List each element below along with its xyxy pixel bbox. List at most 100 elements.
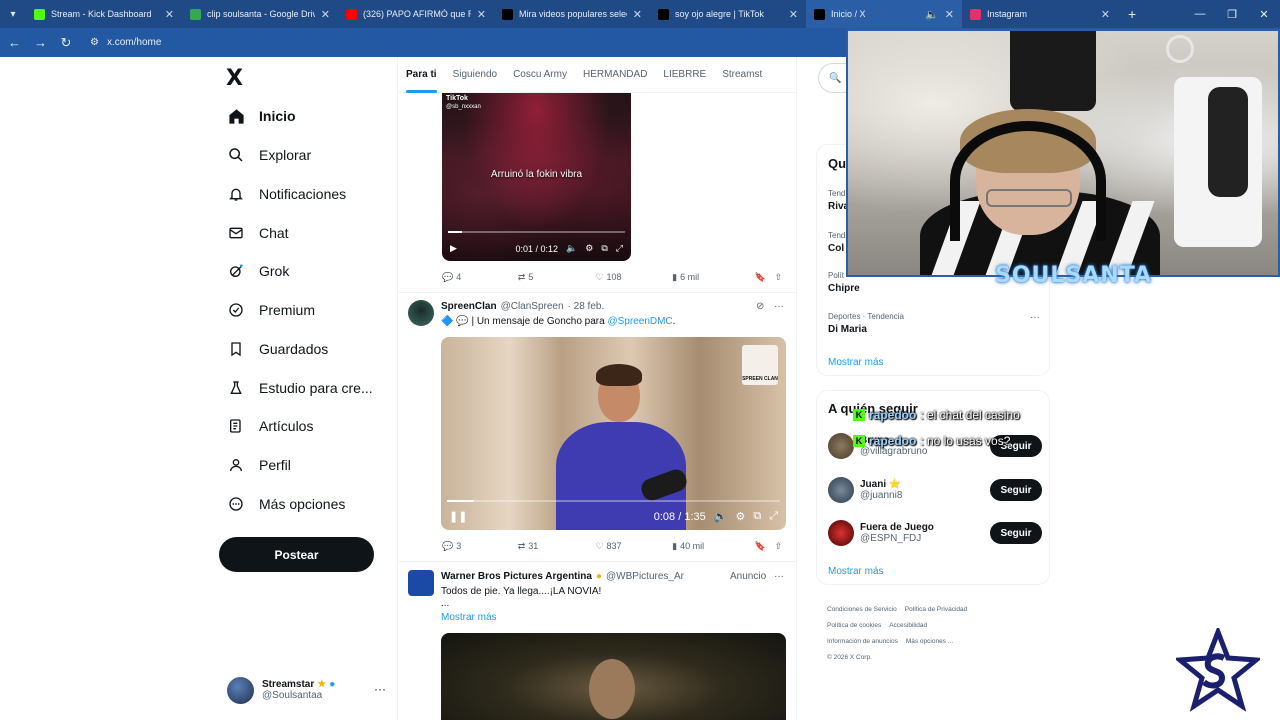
url-field[interactable]: ⚙ x.com/home xyxy=(90,37,161,48)
fullscreen-icon[interactable]: ⤢ xyxy=(616,243,623,254)
settings-icon[interactable]: ⚙ xyxy=(585,243,593,254)
tweet-video[interactable]: TikTok @sb_nxxxan Arruinó la fokin vibra … xyxy=(442,93,631,261)
reload-icon[interactable]: ↻ xyxy=(60,35,72,51)
tab-siguiendo[interactable]: Siguiendo xyxy=(445,57,505,93)
tab-close-icon[interactable]: ✕ xyxy=(477,8,486,21)
sidebar-item-articulos[interactable]: Artículos xyxy=(219,410,313,442)
settings-icon[interactable]: ⚙ xyxy=(735,510,745,523)
tab-close-icon[interactable]: ✕ xyxy=(165,8,174,21)
sidebar-item-mas-opciones[interactable]: Más opciones xyxy=(219,488,345,520)
tweet-video[interactable]: SPREEN CLAN ❚❚ 0:08 / 1:35 🔈 ⚙ ⧉ ⤢ xyxy=(441,337,786,530)
verified-badge-icon: ● xyxy=(329,679,336,690)
browser-tab[interactable]: soy ojo alegre | TikTok ✕ xyxy=(650,0,806,28)
browser-tab[interactable]: clip soulsanta - Google Drive ✕ xyxy=(182,0,338,28)
sidebar-item-grok[interactable]: Grok xyxy=(219,255,289,287)
pip-icon[interactable]: ⧉ xyxy=(601,243,607,254)
volume-icon[interactable]: 🔈 xyxy=(566,243,577,254)
follow-show-more[interactable]: Mostrar más xyxy=(828,566,884,577)
mention-link[interactable]: @SpreenDMC xyxy=(607,316,672,327)
bookmark-button[interactable]: 🔖 xyxy=(755,541,775,552)
browser-tab[interactable]: Instagram ✕ xyxy=(962,0,1118,28)
site-info-icon[interactable]: ⚙ xyxy=(90,37,99,48)
tab-streamst[interactable]: Streamst xyxy=(714,57,770,93)
video-progress-bar[interactable] xyxy=(447,500,780,502)
heart-icon: ♡ xyxy=(595,540,604,551)
maximize-icon[interactable]: ❐ xyxy=(1216,0,1248,28)
home-icon xyxy=(227,107,245,125)
new-tab-button[interactable]: + xyxy=(1118,6,1146,22)
bookmark-button[interactable]: 🔖 xyxy=(755,272,775,283)
tab-close-icon[interactable]: ✕ xyxy=(321,8,330,21)
tweet-text: Todos de pie. Ya llega....¡LA NOVIA! xyxy=(441,586,602,597)
video-progress-fill xyxy=(448,231,463,233)
sidebar-item-explorar[interactable]: Explorar xyxy=(219,139,311,171)
browser-tab[interactable]: Stream - Kick Dashboard ✕ xyxy=(26,0,182,28)
more-icon[interactable]: ··· xyxy=(774,571,784,582)
tab-close-icon[interactable]: ✕ xyxy=(789,8,798,21)
video-time: 0:01 / 0:12 xyxy=(515,243,559,254)
volume-icon[interactable]: 🔈 xyxy=(714,510,728,523)
tab-list-button[interactable]: ▾ xyxy=(0,0,26,28)
share-icon: ⇧ xyxy=(774,271,782,282)
sidebar-item-notificaciones[interactable]: Notificaciones xyxy=(219,178,346,210)
grok-icon[interactable]: ⊘ xyxy=(756,301,764,312)
tab-liebrre[interactable]: LIEBRRE xyxy=(655,57,714,93)
tab-favicon xyxy=(346,8,357,20)
sidebar-item-premium[interactable]: Premium xyxy=(219,294,315,326)
account-switcher[interactable]: Streamstar ★ ● @Soulsantaa ··· xyxy=(227,673,392,707)
browser-tab-active[interactable]: Inicio / X 🔈 ✕ xyxy=(806,0,962,28)
tab-close-icon[interactable]: ✕ xyxy=(945,8,954,21)
like-button[interactable]: ♡ 837 xyxy=(595,541,672,552)
like-button[interactable]: ♡ 108 xyxy=(595,272,672,283)
tab-favicon xyxy=(34,8,45,20)
repost-button[interactable]: ⇄ 5 xyxy=(518,272,596,283)
browser-tab[interactable]: Mira videos populares seleccio✕ xyxy=(494,0,650,28)
show-more-link[interactable]: Mostrar más xyxy=(441,612,497,623)
follow-button[interactable]: Seguir xyxy=(990,479,1042,501)
share-button[interactable]: ⇧ xyxy=(774,541,782,552)
tweet-video[interactable] xyxy=(441,633,786,720)
trend-item[interactable]: Deportes · Tendencia Di Maria ··· xyxy=(828,312,1040,335)
trends-show-more[interactable]: Mostrar más xyxy=(828,357,884,368)
avatar[interactable] xyxy=(408,570,434,596)
speaker-icon[interactable]: 🔈 xyxy=(925,8,939,21)
x-logo[interactable]: X xyxy=(226,66,243,91)
follow-button[interactable]: Seguir xyxy=(990,522,1042,544)
tab-para-ti[interactable]: Para ti xyxy=(398,57,445,93)
back-icon[interactable]: ← xyxy=(8,35,21,50)
follow-suggestion[interactable]: Fuera de Juego @ESPN_FDJ Seguir xyxy=(828,517,1042,549)
more-icon[interactable]: ··· xyxy=(774,301,784,312)
tweet-header: Warner Bros Pictures Argentina ● @WBPict… xyxy=(441,571,684,582)
tab-close-icon[interactable]: ✕ xyxy=(1101,8,1110,21)
avatar[interactable] xyxy=(408,300,434,326)
views-button[interactable]: ▮ 6 mil xyxy=(672,272,755,283)
browser-tab[interactable]: (326) PAPO AFIRMÓ que RENA✕ xyxy=(338,0,494,28)
more-icon[interactable]: ··· xyxy=(1030,312,1040,323)
window-close-icon[interactable]: ✕ xyxy=(1248,0,1280,28)
sidebar-item-chat[interactable]: Chat xyxy=(219,217,289,249)
more-icon[interactable]: ··· xyxy=(374,682,386,696)
fullscreen-icon[interactable]: ⤢ xyxy=(769,510,778,523)
pause-icon[interactable]: ❚❚ xyxy=(449,510,467,523)
divider xyxy=(398,561,796,562)
sidebar-item-inicio[interactable]: Inicio xyxy=(219,100,296,132)
minimize-icon[interactable]: — xyxy=(1184,0,1216,28)
play-icon[interactable]: ▶ xyxy=(450,243,457,254)
tab-close-icon[interactable]: ✕ xyxy=(633,8,642,21)
follow-suggestion[interactable]: Juani ⭐ @juanni8 Seguir xyxy=(828,474,1042,506)
post-button[interactable]: Postear xyxy=(219,537,374,572)
views-button[interactable]: ▮ 40 mil xyxy=(672,541,755,552)
sidebar-item-perfil[interactable]: Perfil xyxy=(219,449,291,481)
tab-hermandad[interactable]: HERMANDAD xyxy=(575,57,655,93)
reply-button[interactable]: 💬 4 xyxy=(442,272,518,283)
pip-icon[interactable]: ⧉ xyxy=(753,510,761,523)
share-button[interactable]: ⇧ xyxy=(774,272,782,283)
bookmark-icon xyxy=(227,340,245,358)
sidebar-item-estudio[interactable]: Estudio para cre... xyxy=(219,372,373,404)
reply-button[interactable]: 💬 3 xyxy=(442,541,518,552)
video-progress-bar[interactable] xyxy=(448,231,625,233)
tab-coscu-army[interactable]: Coscu Army xyxy=(505,57,575,93)
sidebar-item-guardados[interactable]: Guardados xyxy=(219,333,328,365)
repost-button[interactable]: ⇄ 31 xyxy=(518,541,596,552)
forward-icon[interactable]: → xyxy=(34,35,47,50)
